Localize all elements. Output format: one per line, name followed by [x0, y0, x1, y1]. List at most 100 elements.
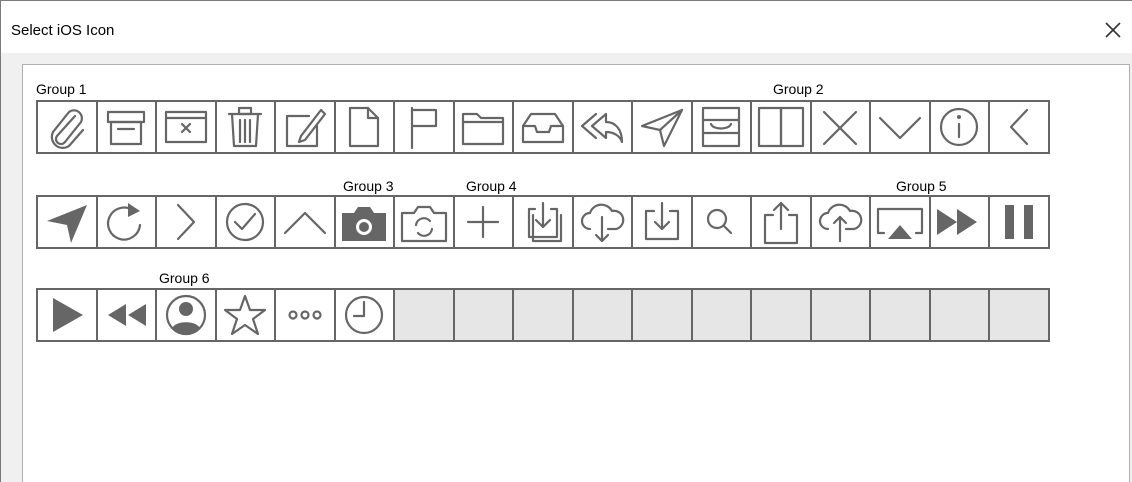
- empty-icon-slot: [690, 288, 752, 342]
- camera-icon-button[interactable]: [333, 195, 395, 249]
- user-circle-icon-button[interactable]: [155, 288, 217, 342]
- rewind-icon: [108, 304, 147, 326]
- trash-icon-button[interactable]: [214, 100, 276, 154]
- cloud-download-icon: [581, 203, 625, 243]
- info-icon: [940, 107, 979, 147]
- download-icon-button[interactable]: [631, 195, 693, 249]
- empty-icon-slot: [512, 288, 574, 342]
- chevron-up-icon-button[interactable]: [274, 195, 336, 249]
- play-icon: [52, 298, 83, 332]
- flag-icon: [410, 106, 437, 150]
- group-label-4: Group 4: [466, 178, 517, 194]
- user-circle-icon: [165, 294, 206, 336]
- more-icon-button[interactable]: [274, 288, 336, 342]
- inbox-icon-button[interactable]: [512, 100, 574, 154]
- clock-icon-button[interactable]: [333, 288, 395, 342]
- delete-tray-icon: [164, 110, 207, 144]
- share-icon-button[interactable]: [750, 195, 812, 249]
- switch-camera-icon-button[interactable]: [393, 195, 455, 249]
- info-icon-button[interactable]: [928, 100, 990, 154]
- empty-icon-slot: [928, 288, 990, 342]
- check-circle-icon: [226, 202, 265, 242]
- pause-icon-button[interactable]: [988, 195, 1050, 249]
- copy-download-icon: [527, 201, 562, 243]
- trash-icon: [228, 106, 263, 148]
- cloud-download-icon-button[interactable]: [571, 195, 633, 249]
- empty-icon-slot: [393, 288, 455, 342]
- group-label-6: Group 6: [159, 270, 210, 286]
- group-label-1: Group 1: [36, 81, 87, 97]
- compose-icon-button[interactable]: [274, 100, 336, 154]
- send-icon: [640, 108, 683, 148]
- close-icon[interactable]: [1102, 19, 1124, 41]
- copy-download-icon-button[interactable]: [512, 195, 574, 249]
- compose-icon: [285, 108, 326, 148]
- plus-icon-button[interactable]: [452, 195, 514, 249]
- chevron-down-icon-button[interactable]: [869, 100, 931, 154]
- refresh-icon-button[interactable]: [95, 195, 157, 249]
- empty-icon-slot: [869, 288, 931, 342]
- download-icon: [644, 201, 679, 241]
- chevron-up-icon: [283, 211, 326, 235]
- archive-drawer-icon: [702, 106, 741, 148]
- empty-icon-slot: [988, 288, 1050, 342]
- paperclip-icon: [50, 109, 84, 149]
- more-icon: [288, 310, 322, 320]
- group-label-5: Group 5: [896, 178, 947, 194]
- archive-box-icon: [107, 110, 146, 146]
- flag-icon-button[interactable]: [393, 100, 455, 154]
- icon-row-2: [36, 195, 1050, 249]
- delete-tray-icon-button[interactable]: [155, 100, 217, 154]
- dialog-title: Select iOS Icon: [11, 22, 115, 39]
- paperclip-icon-button[interactable]: [36, 100, 98, 154]
- group-label-2: Group 2: [773, 81, 824, 97]
- folder-icon-button[interactable]: [452, 100, 514, 154]
- chevron-right-icon-button[interactable]: [155, 195, 217, 249]
- archive-box-icon-button[interactable]: [95, 100, 157, 154]
- fast-forward-icon-button[interactable]: [928, 195, 990, 249]
- book-icon: [757, 106, 804, 148]
- location-arrow-icon: [46, 205, 87, 243]
- plus-icon: [467, 205, 500, 239]
- airplay-icon-button[interactable]: [869, 195, 931, 249]
- refresh-icon: [107, 203, 142, 241]
- send-icon-button[interactable]: [631, 100, 693, 154]
- pause-icon: [1004, 205, 1033, 239]
- camera-icon: [342, 207, 387, 241]
- chevron-right-icon: [176, 203, 195, 241]
- star-icon: [224, 294, 267, 336]
- chevron-down-icon: [878, 116, 921, 140]
- rewind-icon-button[interactable]: [95, 288, 157, 342]
- clock-icon: [345, 295, 384, 335]
- empty-icon-slot: [809, 288, 871, 342]
- document-icon: [349, 106, 380, 148]
- search-icon-button[interactable]: [690, 195, 752, 249]
- share-icon: [763, 201, 798, 245]
- chevron-left-icon-button[interactable]: [988, 100, 1050, 154]
- reply-all-icon-button[interactable]: [571, 100, 633, 154]
- document-icon-button[interactable]: [333, 100, 395, 154]
- empty-icon-slot: [571, 288, 633, 342]
- reply-all-icon: [581, 112, 624, 144]
- search-icon: [707, 208, 733, 235]
- icon-row-3: [36, 288, 1050, 342]
- empty-icon-slot: [452, 288, 514, 342]
- icon-row-1: [36, 100, 1050, 154]
- empty-icon-slot: [631, 288, 693, 342]
- close-x-icon-button[interactable]: [809, 100, 871, 154]
- cloud-upload-icon: [819, 203, 863, 243]
- location-arrow-icon-button[interactable]: [36, 195, 98, 249]
- empty-icon-slot: [750, 288, 812, 342]
- cloud-upload-icon-button[interactable]: [809, 195, 871, 249]
- check-circle-icon-button[interactable]: [214, 195, 276, 249]
- star-icon-button[interactable]: [214, 288, 276, 342]
- play-icon-button[interactable]: [36, 288, 98, 342]
- book-icon-button[interactable]: [750, 100, 812, 154]
- switch-camera-icon: [400, 205, 447, 243]
- group-label-3: Group 3: [343, 178, 394, 194]
- inbox-icon: [521, 112, 564, 144]
- close-x-icon: [823, 110, 858, 146]
- chevron-left-icon: [1009, 108, 1028, 146]
- archive-drawer-icon-button[interactable]: [690, 100, 752, 154]
- folder-icon: [462, 112, 505, 146]
